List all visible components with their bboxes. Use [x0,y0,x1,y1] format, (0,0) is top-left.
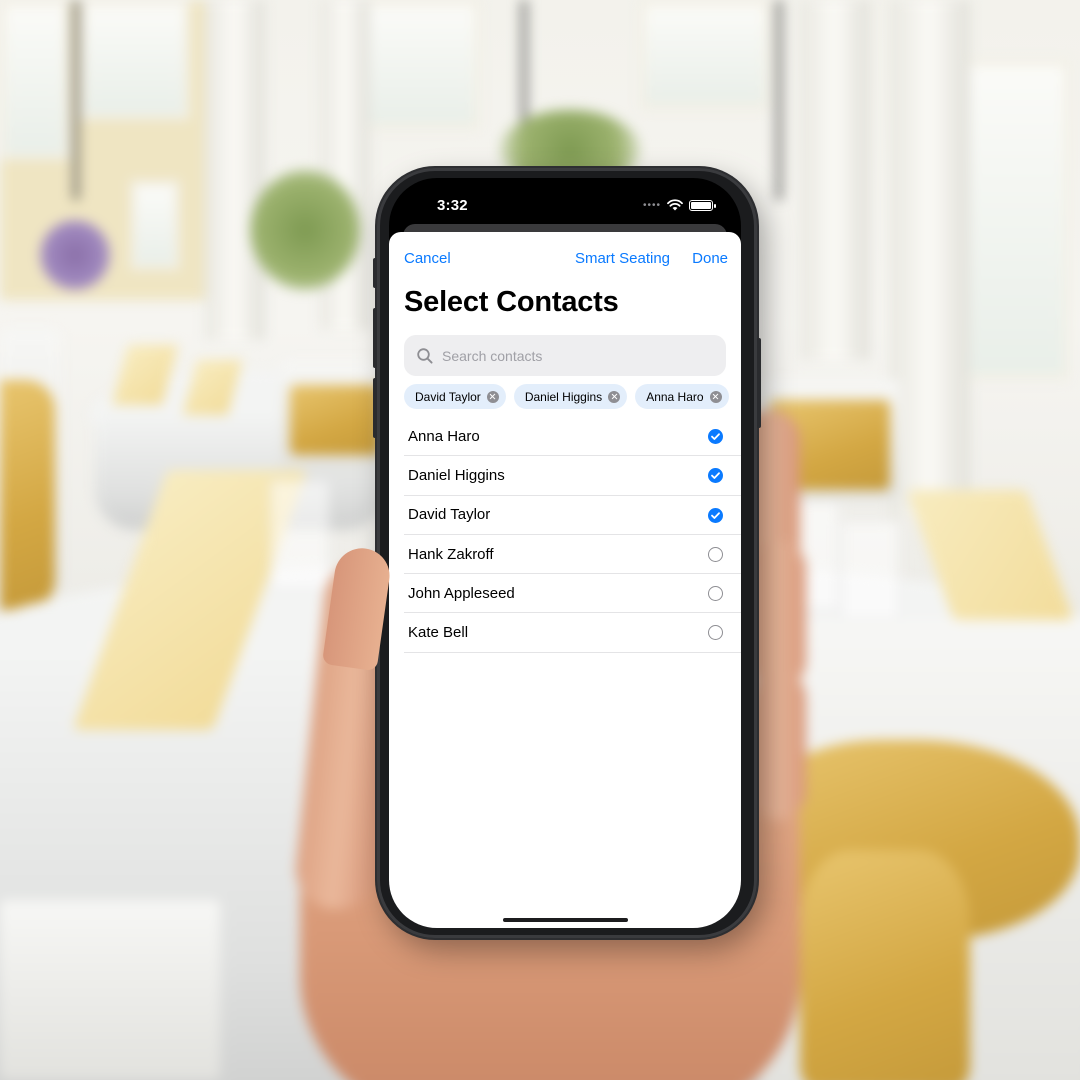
selection-checkmark-icon[interactable] [708,468,723,484]
selection-checkmark-icon[interactable] [708,507,723,523]
chip-label: Daniel Higgins [524,389,603,404]
remove-chip-icon[interactable] [608,390,621,403]
contact-name: Anna Haro [408,427,480,445]
chip-label: David Taylor [415,389,481,404]
remove-chip-icon[interactable] [709,390,722,403]
selection-checkmark-icon[interactable] [708,429,723,444]
contact-row[interactable]: John Appleseed [404,574,741,614]
remove-chip-icon[interactable] [486,390,499,403]
contact-row[interactable]: David Taylor [404,496,741,535]
contact-name: John Appleseed [408,584,515,602]
phone-frame: 3:32 •••• Cancel Smart Seating Done Sele… [373,168,761,938]
page-title: Select Contacts [404,286,619,318]
contacts-list: Anna Haro Daniel Higgins David Taylor Ha… [404,417,741,653]
selection-circle-icon[interactable] [708,546,723,562]
smart-seating-button[interactable]: Smart Seating [575,250,670,267]
selected-chip[interactable]: David Taylor [404,384,506,409]
contact-row[interactable]: Daniel Higgins [404,456,741,496]
cellular-signal-icon: •••• [642,199,661,211]
contact-name: Hank Zakroff [408,545,494,563]
status-bar: 3:32 •••• [389,178,741,222]
contact-row[interactable]: Anna Haro [404,417,741,457]
chip-label: Anna Haro [646,389,704,404]
selection-circle-icon[interactable] [708,586,723,602]
search-icon [417,347,433,364]
contact-name: Daniel Higgins [408,466,505,484]
battery-icon [689,199,716,211]
selected-chip[interactable]: Daniel Higgins [513,384,628,409]
search-bar[interactable] [404,335,726,376]
select-contacts-sheet: Cancel Smart Seating Done Select Contact… [389,232,741,928]
search-input[interactable] [442,347,702,364]
contact-row[interactable]: Hank Zakroff [404,535,741,575]
phone-screen: 3:32 •••• Cancel Smart Seating Done Sele… [389,178,741,928]
contact-name: Kate Bell [408,624,469,642]
contact-name: David Taylor [408,506,491,524]
nav-bar: Cancel Smart Seating Done [389,246,741,270]
home-indicator[interactable] [503,918,628,922]
wifi-icon [667,199,683,211]
done-button[interactable]: Done [692,250,728,267]
selected-contacts-chips: David Taylor Daniel Higgins Anna Haro [404,384,729,409]
cancel-button[interactable]: Cancel [404,250,451,267]
contact-row[interactable]: Kate Bell [404,613,741,653]
selection-circle-icon[interactable] [708,625,723,641]
selected-chip[interactable]: Anna Haro [635,384,729,409]
status-time: 3:32 [437,197,468,214]
